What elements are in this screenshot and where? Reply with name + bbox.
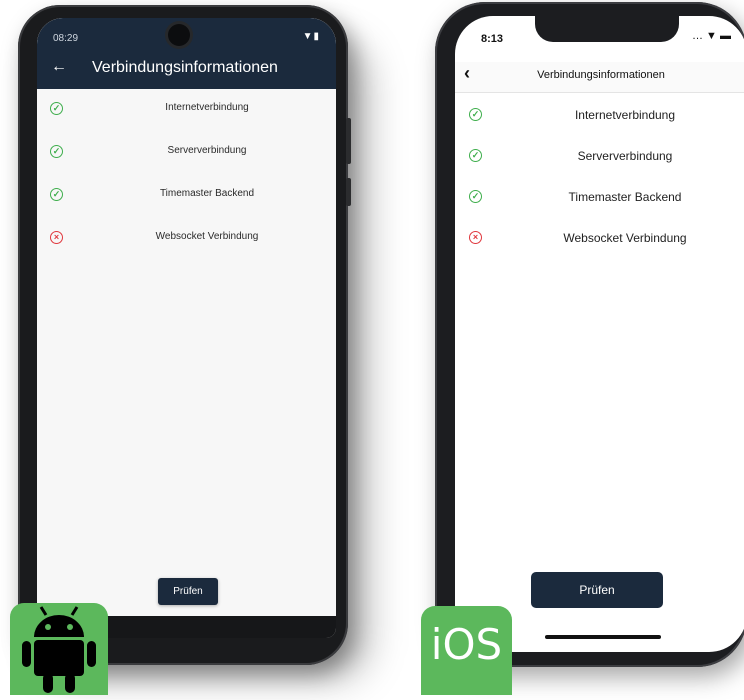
android-back-arrow-icon[interactable]: ←	[51, 58, 67, 76]
list-item: × Websocket Verbindung	[455, 229, 744, 270]
ios-status-time: 8:13	[481, 33, 504, 45]
error-circle-icon: ×	[469, 231, 482, 244]
check-circle-icon: ✓	[50, 102, 63, 115]
android-status-icons: ▼▮	[302, 31, 320, 42]
ios-badge: iOS	[421, 606, 512, 695]
list-item-label: Websocket Verbindung	[563, 231, 687, 245]
list-item: ✓ Timemaster Backend	[455, 188, 744, 229]
android-connection-list: ✓ Internetverbindung ✓ Serververbindung …	[37, 100, 336, 272]
check-circle-icon: ✓	[469, 190, 482, 203]
list-item-label: Internetverbindung	[574, 108, 676, 122]
list-item: × Websocket Verbindung	[37, 229, 336, 272]
list-item-label: Websocket Verbindung	[155, 231, 259, 242]
check-circle-icon: ✓	[469, 149, 482, 162]
check-circle-icon: ✓	[50, 145, 63, 158]
android-status-time: 08:29	[53, 33, 79, 44]
list-item-label: Serververbindung	[167, 145, 247, 156]
android-badge	[10, 603, 108, 695]
list-item: ✓ Timemaster Backend	[37, 186, 336, 229]
android-robot-icon	[22, 606, 96, 693]
ios-screen: 8:13 … ▼ ▬ ‹ Verbindungsinformationen ✓ …	[455, 16, 744, 652]
ios-check-button[interactable]: Prüfen	[531, 572, 663, 608]
android-volume-button	[346, 118, 351, 164]
ios-connection-list: ✓ Internetverbindung ✓ Serververbindung …	[455, 106, 744, 270]
ios-home-indicator[interactable]	[545, 635, 661, 639]
list-item-label: Timemaster Backend	[568, 190, 682, 204]
android-app-header: 08:29 ▼▮ ← Verbindungsinformationen	[37, 18, 336, 89]
check-circle-icon: ✓	[469, 108, 482, 121]
list-item-label: Serververbindung	[577, 149, 673, 163]
ios-nav-bar: ‹ Verbindungsinformationen	[455, 62, 744, 93]
list-item: ✓ Internetverbindung	[37, 100, 336, 143]
android-screen: 08:29 ▼▮ ← Verbindungsinformationen ✓ In…	[37, 18, 336, 638]
ios-badge-label: iOS	[430, 620, 503, 669]
check-circle-icon: ✓	[50, 188, 63, 201]
android-check-button[interactable]: Prüfen	[158, 578, 218, 605]
list-item-label: Timemaster Backend	[159, 188, 255, 199]
list-item-label: Internetverbindung	[165, 102, 249, 113]
android-page-title: Verbindungsinformationen	[92, 59, 278, 76]
ios-page-title: Verbindungsinformationen	[537, 69, 665, 81]
ios-status-icons: … ▼ ▬	[692, 30, 731, 42]
android-power-button	[346, 178, 351, 206]
list-item: ✓ Serververbindung	[455, 147, 744, 188]
android-camera-punch-hole	[168, 24, 190, 46]
list-item: ✓ Serververbindung	[37, 143, 336, 186]
error-circle-icon: ×	[50, 231, 63, 244]
list-item: ✓ Internetverbindung	[455, 106, 744, 147]
ios-notch	[535, 16, 679, 42]
